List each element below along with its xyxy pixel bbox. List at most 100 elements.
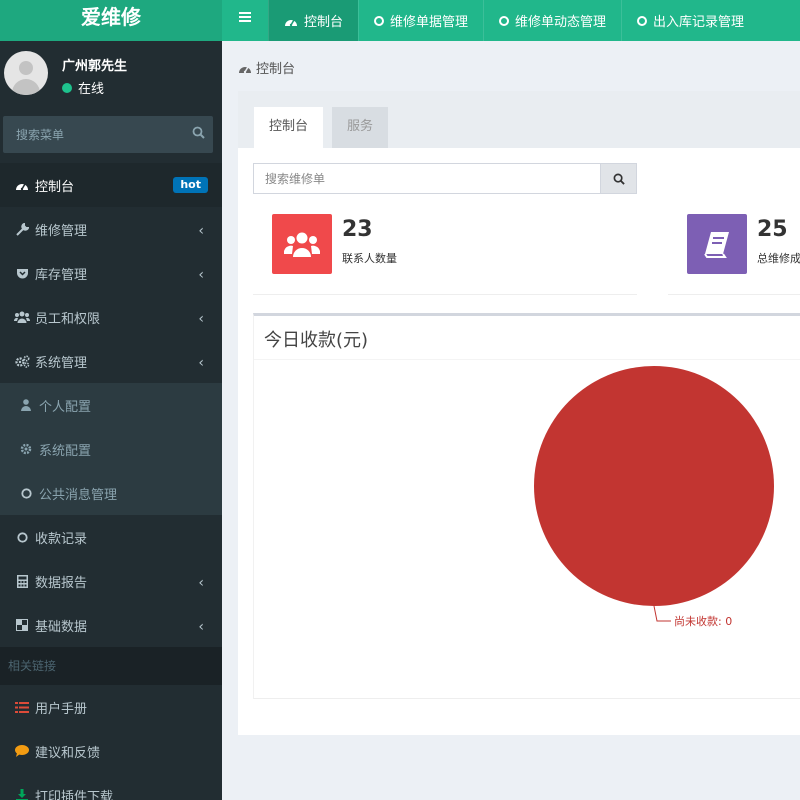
stat-label: 总维修成 [757, 252, 800, 265]
sidebar-item-label: 控制台 [35, 179, 75, 195]
sidebar-item-dashboard[interactable]: 控制台 hot [0, 163, 222, 207]
stat-label: 联系人数量 [342, 252, 397, 265]
sidebar-link-plugin-download[interactable]: 打印插件下载 [0, 773, 222, 800]
breadcrumb-label: 控制台 [256, 62, 296, 77]
tab-repair-orders[interactable]: 维修单据管理 [358, 0, 483, 41]
tab-stock-records[interactable]: 出入库记录管理 [621, 0, 759, 41]
sidebar-item-label: 收款记录 [35, 531, 88, 547]
sidebar-item-label: 个人配置 [39, 399, 92, 415]
circle-icon [18, 487, 34, 499]
system-submenu: 个人配置 系统配置 公共消息管理 [0, 383, 222, 515]
sidebar-item-label: 员工和权限 [35, 311, 101, 327]
sidebar-item-public-messages[interactable]: 公共消息管理 [0, 471, 222, 515]
hot-badge: hot [173, 177, 208, 193]
sidebar-item-repair[interactable]: 维修管理 ‹ [0, 207, 222, 251]
sidebar-item-inventory[interactable]: 库存管理 ‹ [0, 251, 222, 295]
sidebar-item-personal-config[interactable]: 个人配置 [0, 383, 222, 427]
search-icon[interactable] [192, 126, 205, 143]
main-content: 控制台 控制台 服务 23 联系人数量 25 总维修成 [222, 41, 800, 800]
sidebar-item-label: 维修管理 [35, 223, 88, 239]
sidebar-link-label: 建议和反馈 [35, 745, 101, 761]
repair-search [253, 163, 637, 194]
tab-dashboard[interactable]: 控制台 [268, 0, 359, 41]
users-icon [272, 214, 332, 274]
chevron-left-icon: ‹ [198, 223, 204, 239]
pie-slice[interactable] [534, 366, 774, 606]
sidebar-link-manual[interactable]: 用户手册 [0, 685, 222, 729]
stat-contacts[interactable]: 23 联系人数量 [253, 207, 637, 295]
repair-search-input[interactable] [254, 164, 600, 193]
sidebar-toggle-button[interactable] [222, 0, 268, 41]
sidebar-search [3, 116, 213, 153]
search-icon [613, 173, 625, 185]
chevron-left-icon: ‹ [198, 311, 204, 327]
online-dot-icon [62, 82, 72, 93]
stat-value: 25 [757, 217, 788, 242]
stat-value: 23 [342, 217, 373, 242]
circle-icon [637, 15, 648, 26]
dashboard-icon [238, 62, 252, 74]
wrench-icon [14, 222, 30, 236]
sidebar-item-label: 库存管理 [35, 267, 88, 283]
breadcrumb: 控制台 [238, 58, 295, 77]
sidebar-item-label: 基础数据 [35, 619, 88, 635]
tab-label: 维修单据管理 [390, 15, 469, 30]
links-header: 相关链接 [0, 647, 222, 685]
chevron-left-icon: ‹ [198, 575, 204, 591]
sidebar-item-system[interactable]: 系统管理 ‹ [0, 339, 222, 383]
tab-repair-dynamics[interactable]: 维修单动态管理 [483, 0, 621, 41]
tab-service[interactable]: 服务 [332, 107, 389, 148]
user-status: 在线 [62, 78, 104, 97]
list-icon [14, 701, 30, 713]
sidebar-item-base-data[interactable]: 基础数据 ‹ [0, 603, 222, 647]
today-payments-chart: 今日收款(元) 尚未收款: 0 [253, 313, 800, 699]
dashboard-icon [14, 179, 30, 191]
book-icon [687, 214, 747, 274]
gear-icon [18, 443, 34, 455]
panel-tabs: 控制台 服务 [238, 91, 800, 148]
search-button[interactable] [600, 164, 636, 193]
dashboard-panel: 控制台 服务 23 联系人数量 25 总维修成 今日收款(元) [238, 91, 800, 735]
status-label: 在线 [78, 82, 105, 97]
pie-data-label: 尚未收款: 0 [674, 614, 732, 628]
sidebar-item-payments[interactable]: 收款记录 [0, 515, 222, 559]
chevron-left-icon: ‹ [198, 267, 204, 283]
sidebar-link-label: 打印插件下载 [35, 789, 114, 800]
sidebar-item-system-config[interactable]: 系统配置 [0, 427, 222, 471]
app-logo[interactable]: 爱维修 [0, 0, 222, 41]
circle-icon [499, 15, 510, 26]
circle-icon [374, 15, 385, 26]
sidebar-link-label: 用户手册 [35, 701, 88, 717]
circle-icon [14, 531, 30, 543]
chevron-left-icon: ‹ [198, 619, 204, 635]
avatar [4, 51, 48, 95]
sidebar-item-reports[interactable]: 数据报告 ‹ [0, 559, 222, 603]
sidebar-item-staff[interactable]: 员工和权限 ‹ [0, 295, 222, 339]
gears-icon [14, 354, 30, 368]
calculator-icon [14, 574, 30, 588]
grid-icon [14, 619, 30, 631]
user-name: 广州郭先生 [62, 59, 128, 74]
sidebar: 广州郭先生 在线 控制台 hot 维修管理 ‹ [0, 41, 222, 800]
sidebar-item-label: 系统配置 [39, 443, 92, 459]
user-panel: 广州郭先生 在线 [0, 41, 222, 106]
top-nav: 控制台 维修单据管理 维修单动态管理 出入库记录管理 [222, 0, 800, 41]
tab-console[interactable]: 控制台 [254, 107, 324, 148]
shield-icon [14, 267, 30, 280]
stat-total-repairs[interactable]: 25 总维修成 [668, 207, 800, 295]
comment-icon [14, 745, 30, 757]
users-icon [14, 311, 30, 323]
chart-title: 今日收款(元) [264, 330, 369, 351]
download-icon [14, 788, 30, 800]
sidebar-link-feedback[interactable]: 建议和反馈 [0, 729, 222, 773]
menu-search-input[interactable] [3, 116, 178, 153]
sidebar-menu: 控制台 hot 维修管理 ‹ 库存管理 ‹ 员工和权限 ‹ 系统管理 ‹ 个人配… [0, 163, 222, 800]
tab-label: 出入库记录管理 [653, 15, 745, 30]
sidebar-item-label: 系统管理 [35, 355, 88, 371]
hamburger-icon [239, 12, 251, 22]
sidebar-item-label: 数据报告 [35, 575, 88, 591]
tab-label: 控制台 [304, 15, 344, 30]
user-icon [18, 399, 34, 411]
pie-chart: 尚未收款: 0 [534, 366, 774, 628]
sidebar-item-label: 公共消息管理 [39, 487, 118, 503]
